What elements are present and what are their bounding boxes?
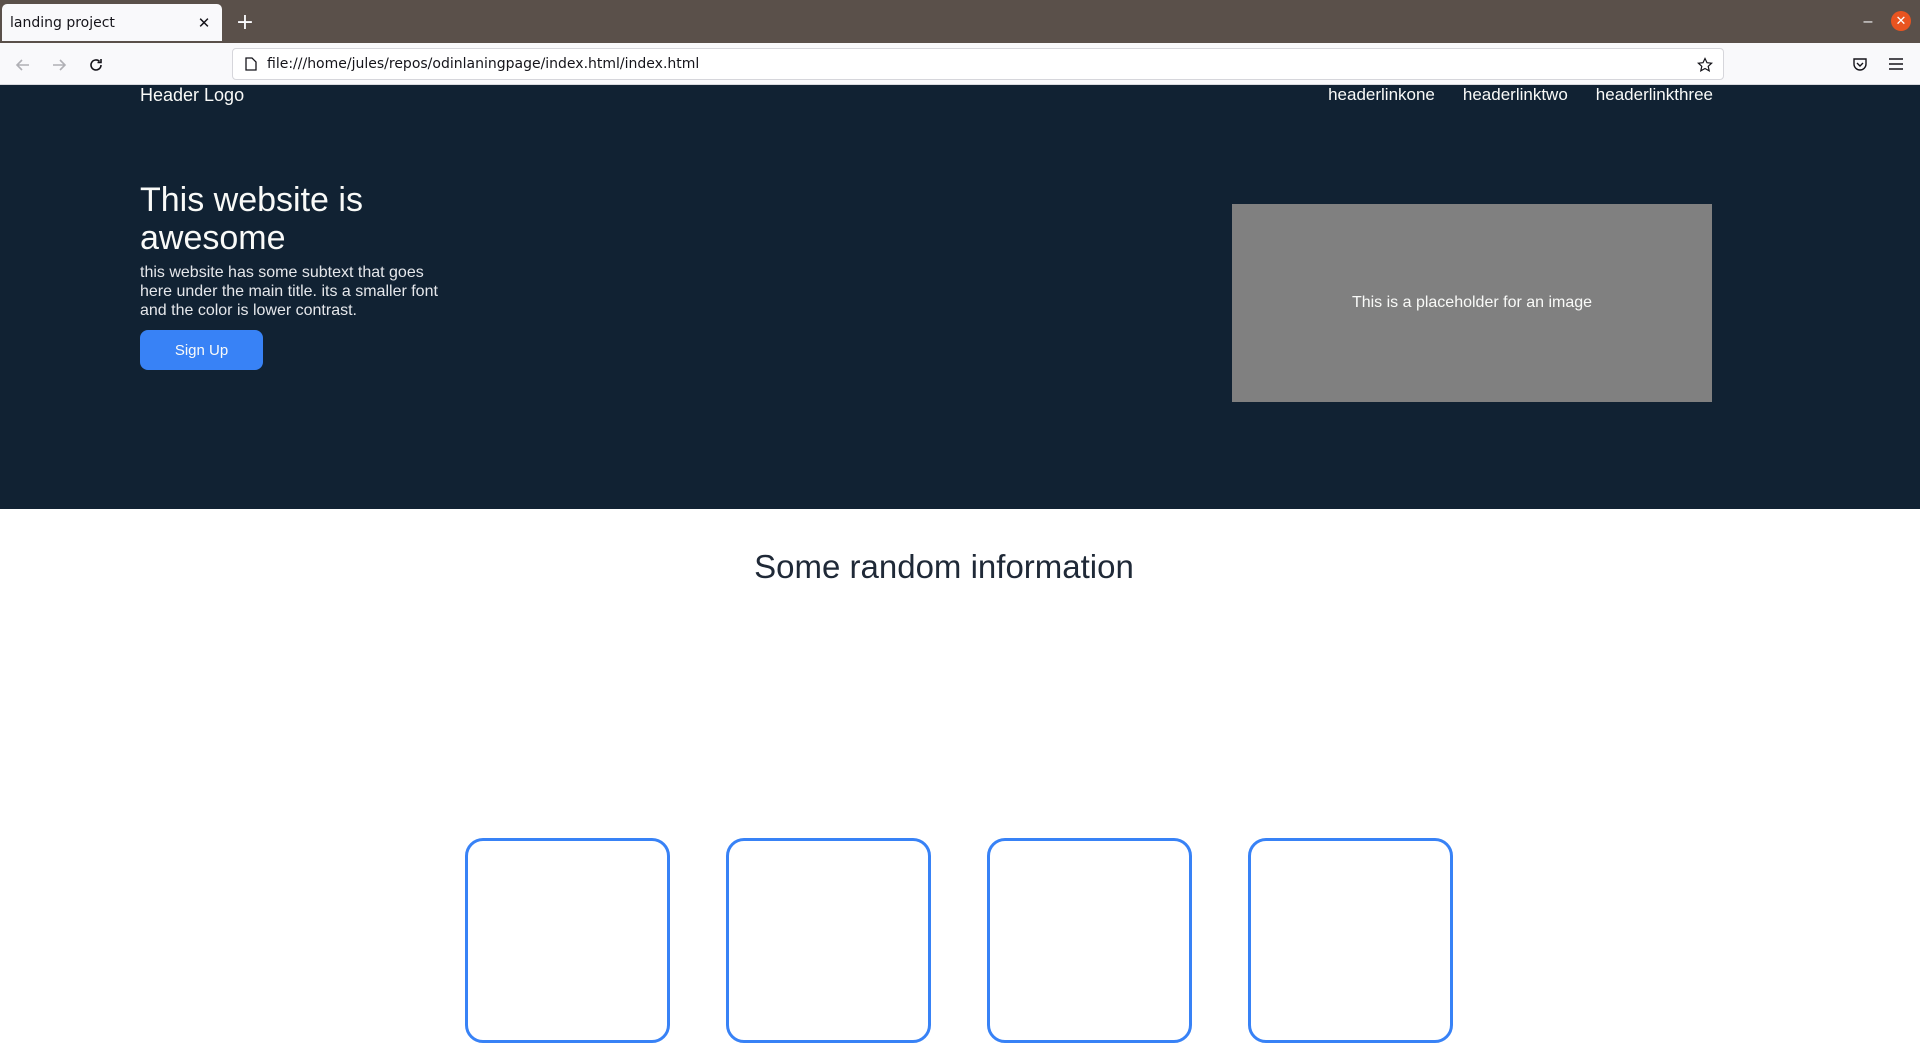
url-bar[interactable]: file:///home/jules/repos/odinlaningpage/…	[232, 48, 1724, 80]
hamburger-menu-icon[interactable]	[1884, 52, 1908, 76]
forward-icon[interactable]	[46, 52, 72, 78]
browser-navbar: file:///home/jules/repos/odinlaningpage/…	[0, 43, 1920, 85]
image-placeholder-text: This is a placeholder for an image	[1351, 294, 1593, 311]
header-links: headerlinkone headerlinktwo headerlinkth…	[1328, 85, 1713, 105]
info-cards	[465, 838, 1453, 1043]
hero-subtext: this website has some subtext that goes …	[140, 264, 438, 319]
tab-close-icon[interactable]: ✕	[192, 11, 216, 35]
reload-icon[interactable]	[83, 52, 109, 78]
info-card	[1248, 838, 1453, 1043]
info-card	[987, 838, 1192, 1043]
page-content: Header Logo headerlinkone headerlinktwo …	[0, 85, 1920, 1048]
hero-title: This website is awesome	[140, 181, 363, 257]
browser-tab[interactable]: landing project ✕	[2, 4, 222, 41]
browser-titlebar: landing project ✕ + – ✕	[0, 0, 1920, 43]
url-text: file:///home/jules/repos/odinlaningpage/…	[267, 56, 700, 72]
info-title: Some random information	[754, 548, 1134, 585]
hero-section: Header Logo headerlinkone headerlinktwo …	[0, 85, 1920, 509]
header-link-three[interactable]: headerlinkthree	[1596, 85, 1713, 105]
pocket-icon[interactable]	[1848, 52, 1872, 76]
signup-button[interactable]: Sign Up	[140, 330, 263, 370]
info-card	[465, 838, 670, 1043]
page-icon	[243, 56, 259, 72]
header-link-two[interactable]: headerlinktwo	[1463, 85, 1568, 105]
bookmark-star-icon[interactable]	[1695, 55, 1715, 75]
new-tab-icon[interactable]: +	[232, 9, 258, 35]
info-card	[726, 838, 931, 1043]
image-placeholder: This is a placeholder for an image	[1232, 204, 1712, 402]
window-close-icon[interactable]: ✕	[1891, 11, 1911, 31]
tab-title: landing project	[10, 14, 115, 31]
minimize-icon[interactable]: –	[1856, 10, 1880, 34]
header-logo[interactable]: Header Logo	[140, 85, 244, 106]
header-link-one[interactable]: headerlinkone	[1328, 85, 1435, 105]
back-icon[interactable]	[10, 52, 36, 78]
